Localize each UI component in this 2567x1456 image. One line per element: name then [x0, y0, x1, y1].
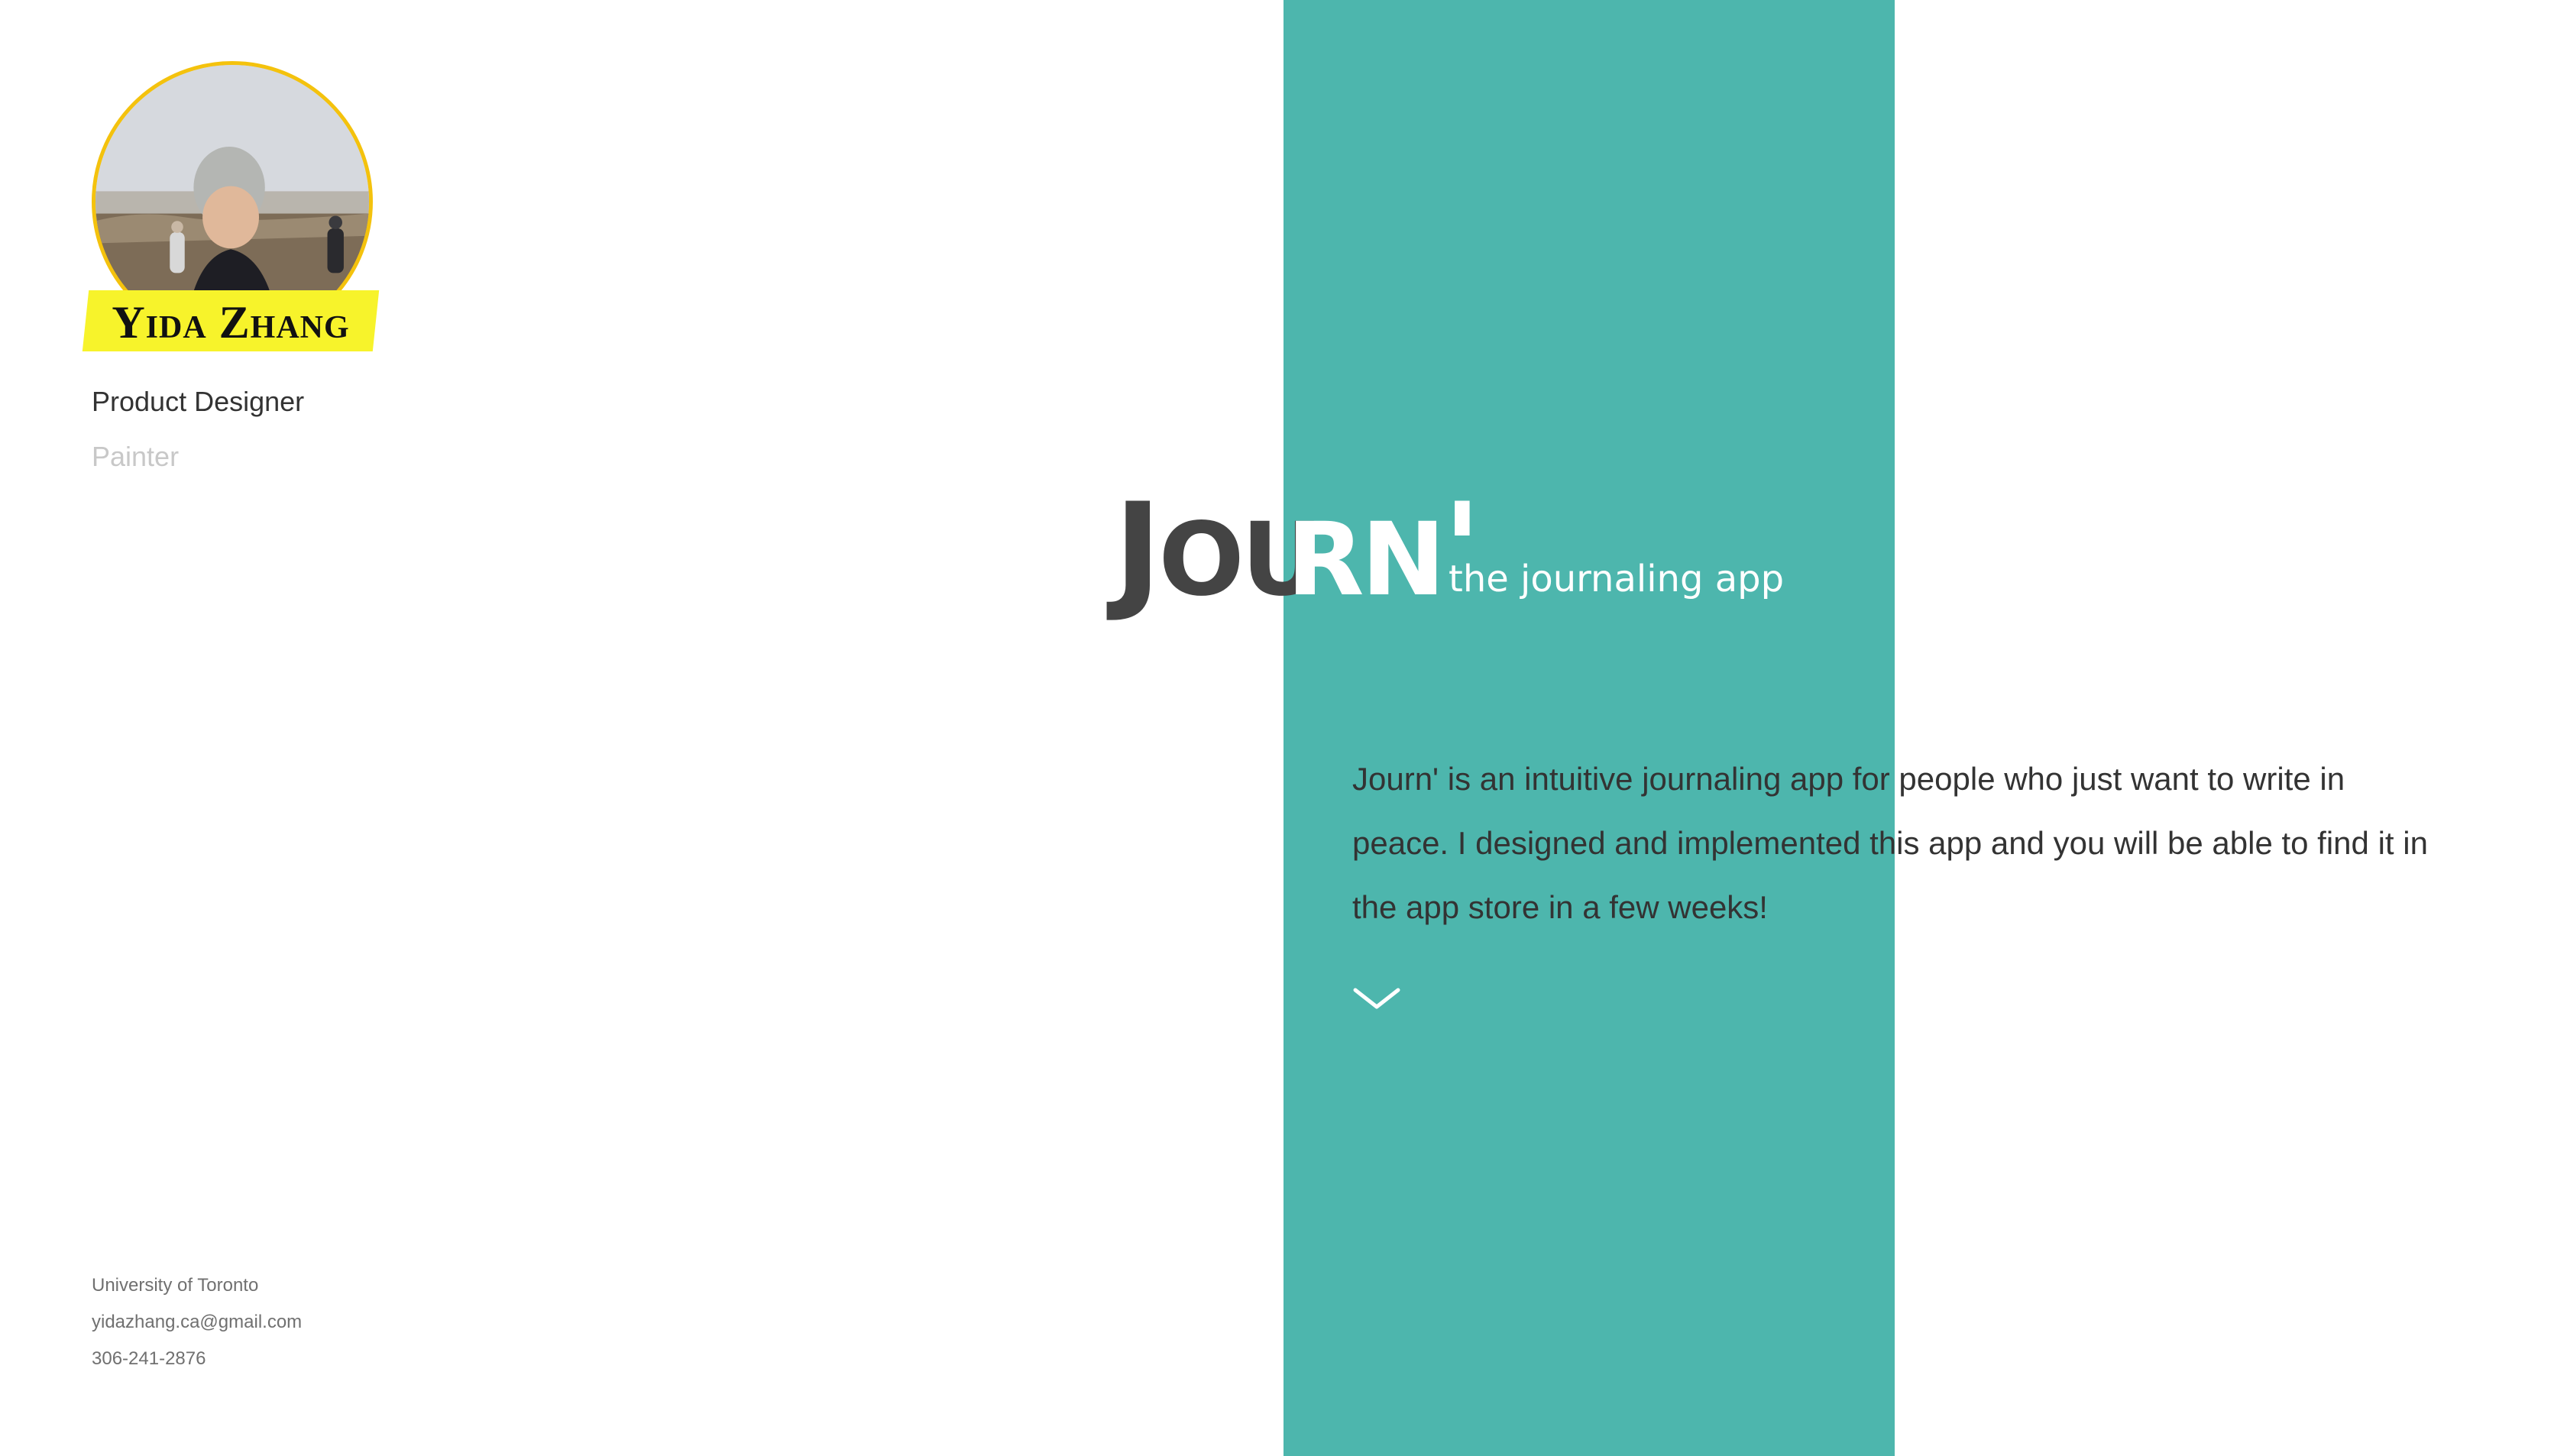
- title-light-rest: RN: [1287, 501, 1445, 619]
- role-product-designer[interactable]: Product Designer: [92, 386, 304, 418]
- contact-email[interactable]: yidazhang.ca@gmail.com: [92, 1312, 302, 1333]
- chevron-down-icon[interactable]: [1352, 985, 1401, 1013]
- teal-band: [1284, 0, 1895, 1456]
- title-first-letter: J: [1114, 475, 1161, 625]
- role-painter[interactable]: Painter: [92, 441, 179, 473]
- contact-school: University of Toronto: [92, 1275, 259, 1296]
- profile-name[interactable]: Yida Zhang: [86, 292, 376, 353]
- portfolio-page: Yida Zhang Product Designer Painter Univ…: [0, 0, 2567, 1456]
- hero-description: Journ' is an intuitive journaling app fo…: [1352, 761, 2428, 925]
- title-apostrophe: ': [1442, 475, 1481, 625]
- hero-tagline: the journaling app: [1449, 558, 1785, 600]
- contact-phone[interactable]: 306-241-2876: [92, 1348, 206, 1370]
